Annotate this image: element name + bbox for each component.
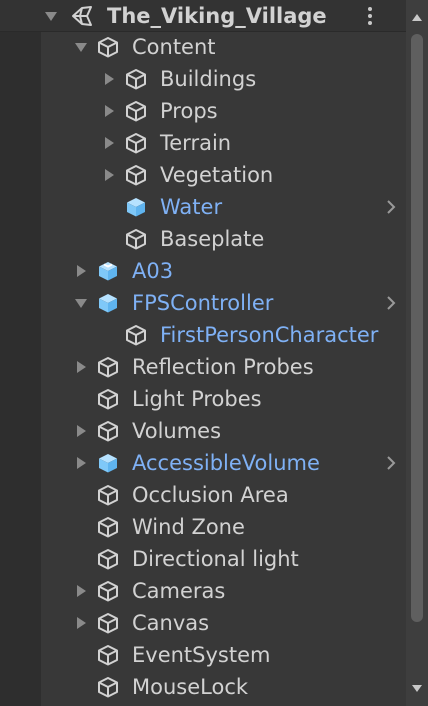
- tree-item-reflection-probes[interactable]: Reflection Probes: [0, 351, 406, 383]
- tree-item-label: Light Probes: [132, 387, 262, 411]
- expanded-arrow-icon[interactable]: [74, 31, 88, 63]
- cube-icon: [97, 356, 119, 378]
- tree-item-light-probes[interactable]: Light Probes: [0, 383, 406, 415]
- tree-item-label: Vegetation: [160, 163, 274, 187]
- cube-icon: [97, 644, 119, 666]
- cube-icon: [97, 484, 119, 506]
- cube-icon: [97, 580, 119, 602]
- cube-icon: [125, 164, 147, 186]
- expand-arrow-icon[interactable]: [44, 0, 58, 32]
- scene-row[interactable]: The_Viking_Village: [0, 0, 406, 32]
- hierarchy-panel: The_Viking_Village Content Buildings Props…: [0, 0, 428, 706]
- tree-item-label: Volumes: [132, 419, 222, 443]
- cube-icon: [97, 420, 119, 442]
- collapsed-arrow-icon[interactable]: [102, 159, 116, 191]
- kebab-menu-icon[interactable]: [362, 0, 378, 32]
- chevron-right-icon[interactable]: [384, 191, 398, 223]
- collapsed-arrow-icon[interactable]: [102, 127, 116, 159]
- cube-icon: [97, 516, 119, 538]
- tree-item-water[interactable]: Water: [0, 191, 406, 223]
- tree-item-props[interactable]: Props: [0, 95, 406, 127]
- cube-icon: [97, 612, 119, 634]
- tree-item-firstpersoncharacter[interactable]: FirstPersonCharacter: [0, 319, 406, 351]
- collapsed-arrow-icon[interactable]: [74, 607, 88, 639]
- tree-item-a03[interactable]: A03: [0, 255, 406, 287]
- tree-item-label: FPSController: [132, 291, 274, 315]
- collapsed-arrow-icon[interactable]: [102, 95, 116, 127]
- tree-item-label: EventSystem: [132, 643, 271, 667]
- tree-item-accessiblevolume[interactable]: AccessibleVolume: [0, 447, 406, 479]
- tree-item-wind-zone[interactable]: Wind Zone: [0, 511, 406, 543]
- tree-item-label: Wind Zone: [132, 515, 245, 539]
- tree-item-fpscontroller[interactable]: FPSController: [0, 287, 406, 319]
- tree-item-label: AccessibleVolume: [132, 451, 320, 475]
- tree-item-content[interactable]: Content: [0, 31, 406, 63]
- tree-item-label: Reflection Probes: [132, 355, 314, 379]
- chevron-right-icon[interactable]: [384, 447, 398, 479]
- tree-item-buildings[interactable]: Buildings: [0, 63, 406, 95]
- cube-icon: [125, 228, 147, 250]
- tree-item-label: Directional light: [132, 547, 299, 571]
- tree-item-label: FirstPersonCharacter: [160, 323, 379, 347]
- chevron-right-icon[interactable]: [384, 287, 398, 319]
- prefab-cube-icon: [125, 196, 147, 218]
- cube-icon: [97, 548, 119, 570]
- expanded-arrow-icon[interactable]: [74, 287, 88, 319]
- cube-icon: [97, 36, 119, 58]
- tree-item-canvas[interactable]: Canvas: [0, 607, 406, 639]
- collapsed-arrow-icon[interactable]: [74, 447, 88, 479]
- tree-item-directional-light[interactable]: Directional light: [0, 543, 406, 575]
- tree-item-occlusion-area[interactable]: Occlusion Area: [0, 479, 406, 511]
- scroll-down-arrow-icon[interactable]: [406, 678, 428, 700]
- cube-icon: [125, 132, 147, 154]
- cube-icon: [125, 324, 147, 346]
- tree-item-cameras[interactable]: Cameras: [0, 575, 406, 607]
- vertical-scrollbar[interactable]: [406, 0, 428, 706]
- tree-item-label: Canvas: [132, 611, 210, 635]
- model-prefab-icon: [97, 260, 119, 282]
- collapsed-arrow-icon[interactable]: [74, 415, 88, 447]
- tree-item-label: Content: [132, 35, 216, 59]
- prefab-cube-icon: [97, 292, 119, 314]
- tree-item-vegetation[interactable]: Vegetation: [0, 159, 406, 191]
- collapsed-arrow-icon[interactable]: [102, 63, 116, 95]
- tree-item-label: Water: [160, 195, 223, 219]
- cube-icon: [97, 676, 119, 698]
- prefab-cube-icon: [97, 452, 119, 474]
- unity-scene-icon: [70, 5, 92, 27]
- tree-item-label: Cameras: [132, 579, 226, 603]
- scene-name: The_Viking_Village: [107, 4, 327, 28]
- tree-item-mouselock[interactable]: MouseLock: [0, 671, 406, 703]
- tree-item-label: Buildings: [160, 67, 257, 91]
- collapsed-arrow-icon[interactable]: [74, 575, 88, 607]
- collapsed-arrow-icon[interactable]: [74, 255, 88, 287]
- cube-icon: [97, 388, 119, 410]
- scrollbar-thumb[interactable]: [411, 34, 423, 622]
- scroll-up-arrow-icon[interactable]: [406, 6, 428, 28]
- tree-item-volumes[interactable]: Volumes: [0, 415, 406, 447]
- tree-item-terrain[interactable]: Terrain: [0, 127, 406, 159]
- tree-item-eventsystem[interactable]: EventSystem: [0, 639, 406, 671]
- collapsed-arrow-icon[interactable]: [74, 351, 88, 383]
- tree-item-label: Props: [160, 99, 218, 123]
- cube-icon: [125, 100, 147, 122]
- tree-item-label: Occlusion Area: [132, 483, 289, 507]
- tree-item-baseplate[interactable]: Baseplate: [0, 223, 406, 255]
- tree-item-label: MouseLock: [132, 675, 249, 699]
- cube-icon: [125, 68, 147, 90]
- tree-item-label: A03: [132, 259, 174, 283]
- tree-item-label: Terrain: [160, 131, 232, 155]
- tree-item-label: Baseplate: [160, 227, 265, 251]
